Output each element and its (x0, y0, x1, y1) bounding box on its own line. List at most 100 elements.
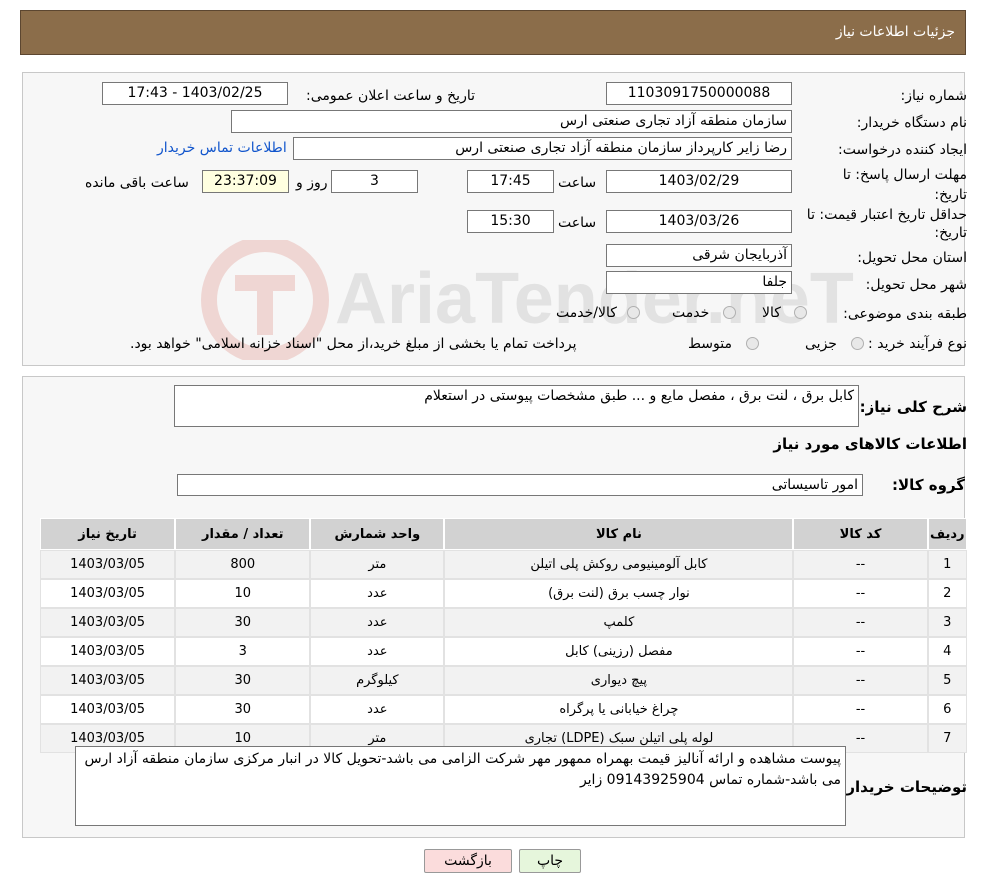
table-row: 3 -- کلمپ عدد 30 1403/03/05 (40, 608, 967, 637)
buyer-notes-label: توضیحات خریدار: (840, 778, 967, 796)
province-field[interactable]: آذربایجان شرقی (606, 244, 792, 267)
cell-row: 2 (927, 579, 967, 608)
need-number-label: شماره نیاز: (900, 88, 968, 104)
cell-name: کابل آلومینیومی روکش پلی اتیلن (444, 550, 794, 579)
table-row: 1 -- کابل آلومینیومی روکش پلی اتیلن متر 800 1… (40, 550, 967, 579)
days-label: روز و (296, 175, 328, 191)
cell-code: -- (793, 695, 928, 724)
deadline-label: مهلت ارسال پاسخ: تا تاریخ: (842, 167, 967, 203)
cell-name: مفصل (رزینی) کابل (444, 637, 794, 666)
process-option-minor: جزیی (805, 336, 837, 352)
cell-date: 1403/03/05 (40, 550, 176, 579)
cell-date: 1403/03/05 (40, 637, 176, 666)
process-label: نوع فرآیند خرید : (868, 336, 967, 352)
process-note: پرداخت تمام یا بخشی از مبلغ خرید،از محل … (130, 336, 577, 352)
description-label: شرح کلی نیاز: (859, 398, 967, 416)
table-row: 2 -- نوار چسب برق (لنت برق) عدد 10 1403/03/05 (40, 579, 967, 608)
goods-group-label: گروه کالا: (892, 476, 965, 494)
table-row: 6 -- چراغ خیابانی یا پرگراه عدد 30 1403/03/05 (40, 695, 967, 724)
category-label: طبقه بندی موضوعی: (843, 306, 967, 322)
cell-date: 1403/03/05 (40, 666, 176, 695)
cell-code: -- (793, 608, 928, 637)
col-unit: واحد شمارش (310, 518, 445, 550)
description-field[interactable]: کابل برق ، لنت برق ، مفصل مایع و ... طبق… (174, 385, 859, 427)
city-field[interactable]: جلفا (606, 271, 792, 294)
col-name: نام کالا (444, 518, 794, 550)
process-radio-medium[interactable] (746, 337, 759, 350)
buyer-contact-link[interactable]: اطلاعات تماس خریدار (157, 140, 287, 156)
cell-qty: 800 (175, 550, 311, 579)
need-number-field[interactable]: 1103091750000088 (606, 82, 792, 105)
category-option-goods-service: کالا/خدمت (556, 305, 617, 321)
category-radio-goods-service[interactable] (627, 306, 640, 319)
buyer-org-field[interactable]: سازمان منطقه آزاد تجاری صنعتی ارس (231, 110, 792, 133)
cell-qty: 30 (175, 695, 311, 724)
city-label: شهر محل تحویل: (865, 277, 967, 293)
cell-row: 5 (927, 666, 967, 695)
table-header-row: ردیف کد کالا نام کالا واحد شمارش تعداد /… (40, 518, 967, 550)
goods-info-title: اطلاعات کالاهای مورد نیاز (773, 435, 967, 453)
remaining-label: ساعت باقی مانده (85, 175, 189, 191)
buyer-notes-field[interactable]: پیوست مشاهده و ارائه آنالیز قیمت بهمراه … (75, 746, 846, 826)
col-qty: تعداد / مقدار (175, 518, 311, 550)
validity-time-field[interactable]: 15:30 (467, 210, 554, 233)
cell-code: -- (793, 579, 928, 608)
col-code: کد کالا (793, 518, 928, 550)
category-radio-service[interactable] (723, 306, 736, 319)
cell-qty: 30 (175, 666, 311, 695)
cell-name: چراغ خیابانی یا پرگراه (444, 695, 794, 724)
cell-unit: کیلوگرم (310, 666, 445, 695)
back-button[interactable]: بازگشت (424, 849, 512, 873)
category-option-goods: کالا (762, 305, 781, 321)
page-title: جزئیات اطلاعات نیاز (835, 24, 955, 40)
cell-row: 6 (927, 695, 967, 724)
cell-unit: عدد (310, 637, 445, 666)
cell-code: -- (793, 666, 928, 695)
col-date: تاریخ نیاز (40, 518, 176, 550)
print-button[interactable]: چاپ (519, 849, 581, 873)
process-option-medium: متوسط (688, 336, 732, 352)
cell-code: -- (793, 550, 928, 579)
creator-label: ایجاد کننده درخواست: (838, 142, 967, 158)
goods-group-field[interactable]: امور تاسیساتی (177, 474, 863, 496)
cell-row: 4 (927, 637, 967, 666)
col-row: ردیف (927, 518, 967, 550)
cell-qty: 30 (175, 608, 311, 637)
table-row: 4 -- مفصل (رزینی) کابل عدد 3 1403/03/05 (40, 637, 967, 666)
cell-row: 1 (927, 550, 967, 579)
creator-field[interactable]: رضا زایر کارپرداز سازمان منطقه آزاد تجار… (293, 137, 792, 160)
deadline-time-field[interactable]: 17:45 (467, 170, 554, 193)
cell-date: 1403/03/05 (40, 579, 176, 608)
cell-unit: متر (310, 550, 445, 579)
cell-name: نوار چسب برق (لنت برق) (444, 579, 794, 608)
deadline-date-field[interactable]: 1403/02/29 (606, 170, 792, 193)
category-option-service: خدمت (672, 305, 710, 321)
cell-date: 1403/03/05 (40, 695, 176, 724)
goods-table: ردیف کد کالا نام کالا واحد شمارش تعداد /… (40, 518, 967, 753)
table-row: 5 -- پیچ دیواری کیلوگرم 30 1403/03/05 (40, 666, 967, 695)
province-label: استان محل تحویل: (857, 250, 967, 266)
announce-field[interactable]: 1403/02/25 - 17:43 (102, 82, 288, 105)
cell-qty: 3 (175, 637, 311, 666)
validity-label: حداقل تاریخ اعتبار قیمت: تا تاریخ: (806, 207, 967, 241)
category-radio-goods[interactable] (794, 306, 807, 319)
cell-unit: عدد (310, 608, 445, 637)
cell-name: کلمپ (444, 608, 794, 637)
cell-qty: 10 (175, 579, 311, 608)
buyer-org-label: نام دستگاه خریدار: (856, 115, 967, 131)
cell-date: 1403/03/05 (40, 608, 176, 637)
process-radio-minor[interactable] (851, 337, 864, 350)
deadline-time-label: ساعت (558, 175, 597, 191)
page-header: جزئیات اطلاعات نیاز (20, 10, 966, 55)
cell-name: پیچ دیواری (444, 666, 794, 695)
remaining-time-field[interactable]: 23:37:09 (202, 170, 289, 193)
validity-time-label: ساعت (558, 215, 597, 231)
cell-code: -- (793, 637, 928, 666)
validity-date-field[interactable]: 1403/03/26 (606, 210, 792, 233)
cell-unit: عدد (310, 579, 445, 608)
cell-unit: عدد (310, 695, 445, 724)
days-field[interactable]: 3 (331, 170, 418, 193)
cell-row: 7 (927, 724, 967, 753)
announce-label: تاریخ و ساعت اعلان عمومی: (306, 88, 475, 104)
cell-row: 3 (927, 608, 967, 637)
